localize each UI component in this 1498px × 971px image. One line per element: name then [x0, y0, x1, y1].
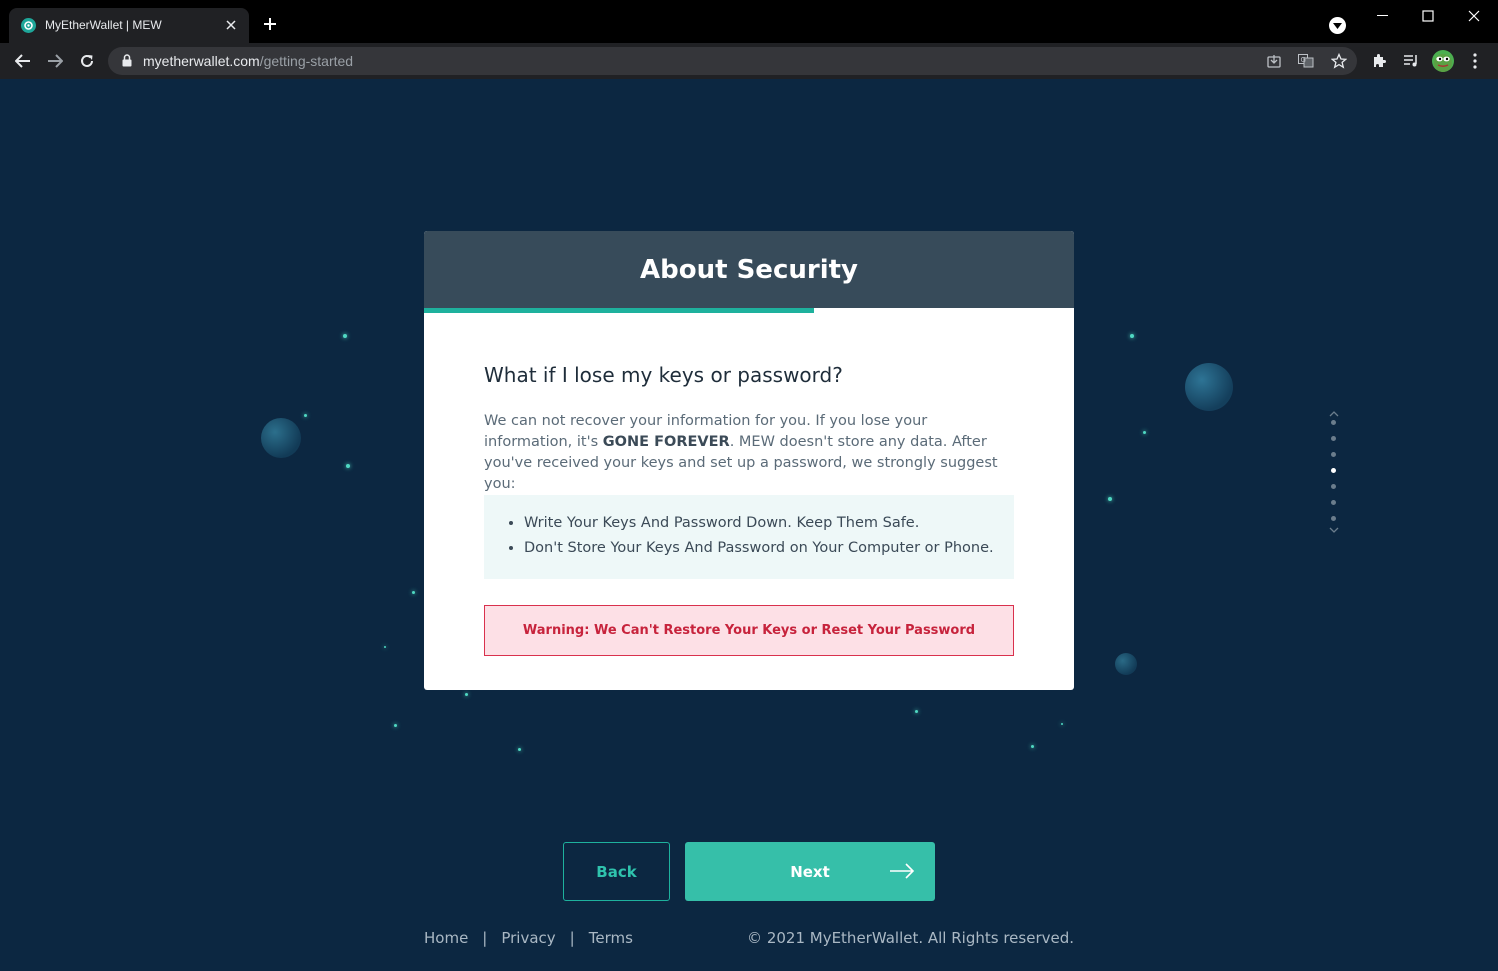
- media-queue-icon[interactable]: [1401, 51, 1421, 71]
- warning-banner: Warning: We Can't Restore Your Keys or R…: [484, 605, 1014, 656]
- footer-links: Home | Privacy | Terms: [424, 929, 633, 947]
- step-dot[interactable]: [1331, 436, 1336, 441]
- step-dot[interactable]: [1331, 484, 1336, 489]
- back-arrow-icon[interactable]: [13, 51, 33, 71]
- star-decoration: [384, 646, 386, 648]
- card-header: About Security: [424, 231, 1074, 308]
- url-path: /getting-started: [259, 53, 354, 69]
- tab-search-icon[interactable]: [1329, 17, 1346, 34]
- next-button[interactable]: Next: [685, 842, 935, 901]
- more-menu-icon[interactable]: [1465, 51, 1485, 71]
- footer-link-home[interactable]: Home: [424, 929, 468, 947]
- arrow-right-icon: [889, 862, 915, 884]
- footer-separator: |: [569, 929, 575, 947]
- maximize-icon[interactable]: [1418, 6, 1438, 26]
- side-step-nav: [1326, 404, 1342, 533]
- star-decoration: [518, 748, 521, 751]
- planet-decoration: [1115, 653, 1137, 675]
- close-window-icon[interactable]: [1464, 6, 1484, 26]
- next-button-label: Next: [790, 862, 830, 881]
- list-item: Write Your Keys And Password Down. Keep …: [524, 515, 994, 532]
- reload-icon[interactable]: [77, 51, 97, 71]
- list-item: Don't Store Your Keys And Password on Yo…: [524, 540, 994, 557]
- extensions-puzzle-icon[interactable]: [1369, 51, 1389, 71]
- star-decoration: [1108, 497, 1112, 501]
- step-dot[interactable]: [1331, 468, 1336, 473]
- star-decoration: [1143, 431, 1146, 434]
- profile-avatar[interactable]: [1432, 50, 1454, 72]
- step-dot[interactable]: [1331, 500, 1336, 505]
- close-tab-icon[interactable]: [223, 17, 239, 33]
- security-card: About Security What if I lose my keys or…: [424, 231, 1074, 690]
- translate-icon[interactable]: G: [1297, 52, 1315, 70]
- browser-toolbar: myetherwallet.com/getting-started G: [0, 43, 1498, 79]
- browser-titlebar: MyEtherWallet | MEW: [0, 0, 1498, 43]
- star-decoration: [394, 724, 397, 727]
- step-progress-bar: [424, 308, 1074, 313]
- url-text: myetherwallet.com/getting-started: [143, 53, 353, 69]
- back-button[interactable]: Back: [563, 842, 670, 901]
- svg-text:G: G: [1301, 56, 1306, 64]
- url-host: myetherwallet.com: [143, 53, 260, 69]
- minimize-icon[interactable]: [1373, 6, 1393, 26]
- card-body: What if I lose my keys or password? We c…: [424, 363, 1074, 656]
- step-progress-fill: [424, 308, 814, 313]
- card-title: About Security: [640, 254, 858, 285]
- tab-title: MyEtherWallet | MEW: [45, 18, 162, 32]
- step-dot[interactable]: [1331, 420, 1336, 425]
- star-decoration: [346, 464, 350, 468]
- question-heading: What if I lose my keys or password?: [484, 363, 843, 387]
- footer-separator: |: [482, 929, 488, 947]
- install-app-icon[interactable]: [1265, 52, 1283, 70]
- star-decoration: [465, 693, 468, 696]
- step-dot[interactable]: [1331, 452, 1336, 457]
- description-text: We can not recover your information for …: [484, 411, 1019, 495]
- browser-tab[interactable]: MyEtherWallet | MEW: [9, 8, 249, 43]
- star-decoration: [1061, 723, 1063, 725]
- star-decoration: [915, 710, 918, 713]
- star-decoration: [343, 334, 347, 338]
- lock-icon: [122, 54, 134, 68]
- star-decoration: [304, 414, 307, 417]
- footer-link-terms[interactable]: Terms: [589, 929, 633, 947]
- star-decoration: [412, 591, 415, 594]
- forward-arrow-icon[interactable]: [45, 51, 65, 71]
- mew-favicon-icon: [21, 18, 36, 33]
- page-content: About Security What if I lose my keys or…: [0, 79, 1498, 971]
- star-decoration: [1130, 334, 1134, 338]
- star-decoration: [1031, 745, 1034, 748]
- copyright-text: © 2021 MyEtherWallet. All Rights reserve…: [747, 929, 1074, 947]
- bookmark-star-icon[interactable]: [1330, 52, 1348, 70]
- chevron-down-icon[interactable]: [1329, 520, 1339, 538]
- address-bar[interactable]: myetherwallet.com/getting-started G: [108, 47, 1357, 75]
- planet-decoration: [1185, 363, 1233, 411]
- planet-decoration: [261, 418, 301, 458]
- new-tab-icon[interactable]: [261, 15, 279, 33]
- footer-link-privacy[interactable]: Privacy: [501, 929, 555, 947]
- desc-bold: GONE FOREVER: [602, 434, 730, 450]
- tips-list: Write Your Keys And Password Down. Keep …: [484, 495, 1014, 579]
